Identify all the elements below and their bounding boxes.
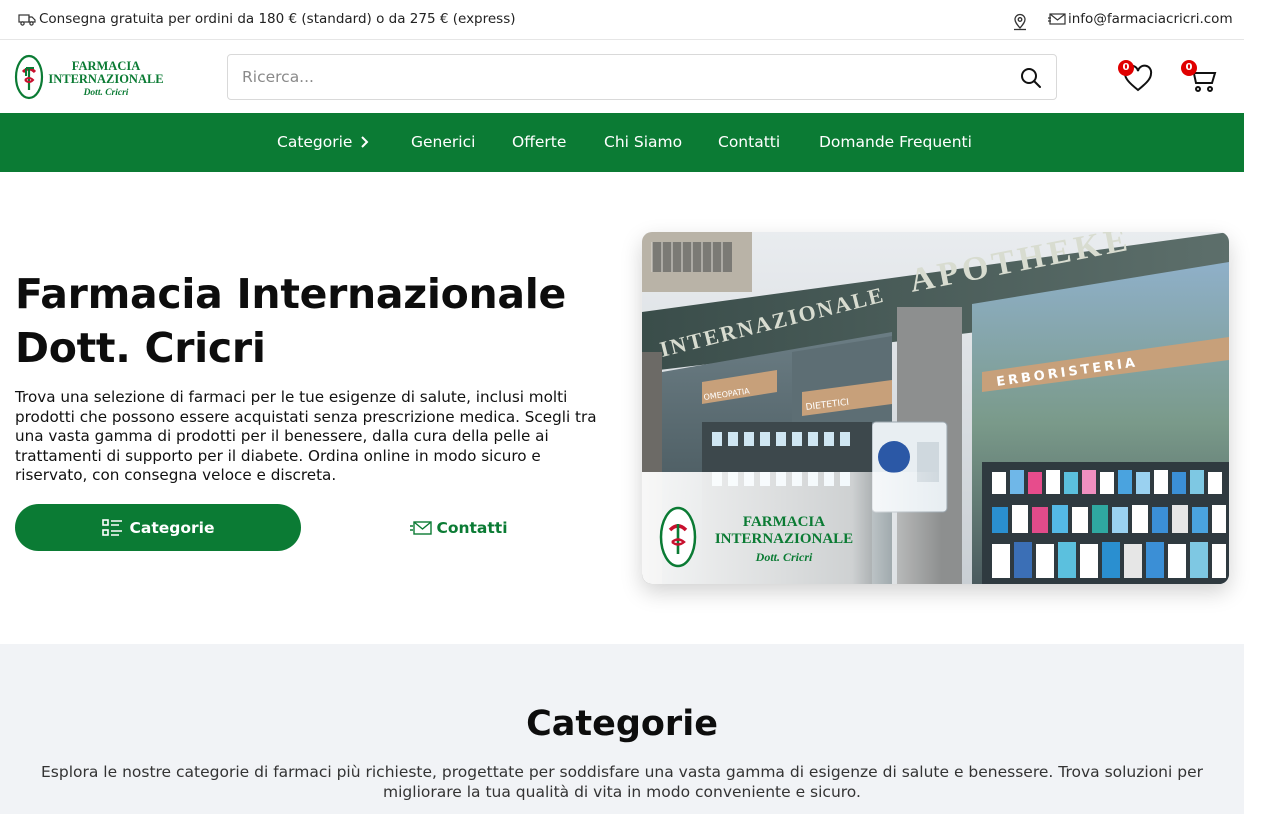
site-header: FARMACIA INTERNAZIONALE Dott. Cricri 0 0	[0, 41, 1244, 113]
envelope-icon	[410, 520, 433, 535]
contact-button-label: Contatti	[436, 518, 508, 537]
nav-item-categorie[interactable]: Categorie	[277, 133, 370, 151]
nav-label: Contatti	[718, 133, 781, 151]
logo-line2: INTERNAZIONALE	[48, 72, 163, 86]
top-info-bar: Consegna gratuita per ordini da 180 € (s…	[0, 0, 1244, 40]
page: Consegna gratuita per ordini da 180 € (s…	[0, 0, 1244, 814]
hero-title-line1: Farmacia Internazionale	[15, 270, 567, 318]
hero-description: Trova una selezione di farmaci per le tu…	[15, 388, 597, 484]
categories-section: Categorie Esplora le nostre categorie di…	[0, 644, 1244, 814]
nav-item-chi-siamo[interactable]: Chi Siamo	[604, 133, 682, 151]
search-icon[interactable]	[1020, 67, 1042, 89]
search-bar[interactable]	[227, 54, 1057, 100]
categories-section-description: Esplora le nostre categorie di farmaci p…	[41, 763, 1203, 801]
envelope-icon	[1048, 13, 1066, 25]
email-contact[interactable]: info@farmaciacricri.com	[1048, 11, 1233, 27]
hero-title-line2: Dott. Cricri	[15, 324, 266, 372]
wishlist-button[interactable]: 0	[1118, 60, 1154, 94]
photo-logo-line2: INTERNAZIONALE	[715, 531, 853, 547]
nav-item-contatti[interactable]: Contatti	[718, 133, 780, 151]
nav-label: Generici	[411, 133, 476, 151]
hero-title: Farmacia Internazionale Dott. Cricri	[15, 267, 615, 375]
nav-label: Offerte	[512, 133, 567, 151]
photo-logo-line1: FARMACIA	[743, 514, 825, 530]
nav-label: Domande Frequenti	[819, 133, 972, 151]
wishlist-count-badge: 0	[1118, 60, 1134, 76]
cart-button[interactable]: 0	[1181, 60, 1219, 94]
storefront-illustration: APOTHEKE INTERNAZIONALE OMEOPATIA DIETET…	[642, 232, 1229, 584]
nav-label: Categorie	[277, 133, 353, 151]
chevron-right-icon	[361, 136, 369, 148]
logo-line1: FARMACIA	[72, 59, 141, 73]
search-input[interactable]	[228, 55, 988, 99]
categories-button-label: Categorie	[129, 518, 215, 537]
shipping-text: Consegna gratuita per ordini da 180 € (s…	[39, 11, 516, 27]
email-text[interactable]: info@farmaciacricri.com	[1068, 11, 1233, 27]
categories-button[interactable]: Categorie	[15, 504, 301, 551]
nav-item-domande-frequenti[interactable]: Domande Frequenti	[819, 133, 972, 151]
storefront-photo: APOTHEKE INTERNAZIONALE OMEOPATIA DIETET…	[642, 232, 1229, 584]
pharmacy-logo[interactable]: FARMACIA INTERNAZIONALE Dott. Cricri	[14, 54, 169, 100]
list-icon	[101, 518, 122, 536]
truck-icon	[18, 14, 36, 26]
contact-button[interactable]: Contatti	[316, 504, 602, 551]
location-pin-icon[interactable]	[1011, 11, 1029, 31]
main-navigation: Categorie Generici Offerte Chi Siamo Con…	[0, 113, 1244, 172]
nav-item-generici[interactable]: Generici	[411, 133, 475, 151]
nav-label: Chi Siamo	[604, 133, 683, 151]
cart-count-badge: 0	[1181, 60, 1197, 76]
logo-line3: Dott. Cricri	[83, 88, 129, 98]
categories-section-title: Categorie	[526, 704, 718, 744]
photo-logo-line3: Dott. Cricri	[755, 550, 813, 564]
nav-item-offerte[interactable]: Offerte	[512, 133, 566, 151]
shipping-notice: Consegna gratuita per ordini da 180 € (s…	[18, 11, 516, 27]
